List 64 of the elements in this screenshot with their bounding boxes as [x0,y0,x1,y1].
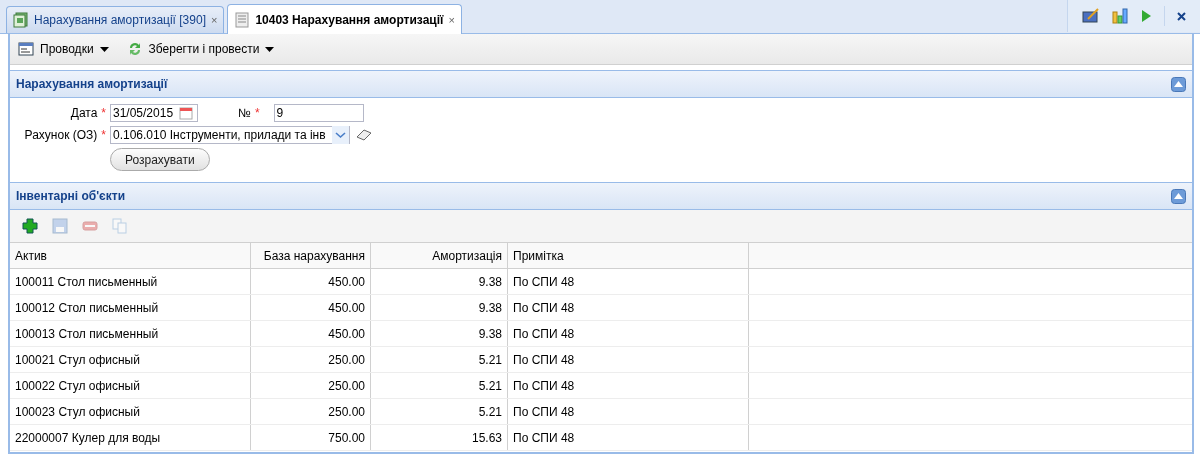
table-cell: 100012 Стол письменный [10,295,251,320]
table-cell: 5.21 [371,399,508,424]
tab-close-button[interactable]: × [448,13,455,26]
table-cell: 5.21 [371,347,508,372]
toolbar-button[interactable]: Зберегти і провести [124,38,277,60]
column-header[interactable]: База нарахування [251,243,371,268]
play-icon[interactable] [1140,9,1152,23]
column-header[interactable]: Актив [10,243,251,268]
tab[interactable]: 10403 Нарахування амортизації × [227,4,462,34]
table-cell: По СПИ 48 [508,373,749,398]
document-icon [234,11,251,28]
calendar-icon[interactable] [179,106,194,120]
table-cell: По СПИ 48 [508,399,749,424]
table-cell: 100013 Стол письменный [10,321,251,346]
column-header[interactable]: Примітка [508,243,749,268]
required-mark: * [254,106,260,120]
table-cell: 750.00 [251,425,371,450]
table-cell: 250.00 [251,347,371,372]
table-cell: 9.38 [371,321,508,346]
account-dropdown[interactable]: 0.106.010 Інструменти, прилади та інв [110,126,350,144]
table-cell: 9.38 [371,295,508,320]
table-cell: 450.00 [251,269,371,294]
calculate-button[interactable]: Розрахувати [110,148,210,171]
collapse-button[interactable] [1171,76,1186,92]
table-cell: По СПИ 48 [508,295,749,320]
toolbar-button[interactable]: Проводки [16,38,111,60]
table-cell: 22000007 Кулер для воды [10,425,251,450]
caret-icon [265,46,275,52]
add-icon[interactable] [22,218,38,234]
table-cell: По СПИ 48 [508,347,749,372]
ledger-icon [13,12,29,28]
table-cell: По СПИ 48 [508,425,749,450]
section-title: Інвентарні об'єкти [16,189,125,203]
number-field[interactable]: 9 [273,104,364,122]
table-cell: 100021 Стул офисный [10,347,251,372]
table-cell: 100023 Стул офисный [10,399,251,424]
field-label: № * [238,106,261,120]
tab[interactable]: Нарахування амортизації [390] × [6,6,225,33]
table-cell: По СПИ 48 [508,269,749,294]
field-label: Рахунок (ОЗ) * [23,128,107,142]
bar-chart-icon[interactable] [1112,8,1128,24]
required-mark: * [101,106,106,120]
table-cell: 250.00 [251,373,371,398]
pencil-screen-icon[interactable] [1082,8,1100,24]
field-label: Дата * [69,106,107,120]
table-cell: 15.63 [371,425,508,450]
table-cell: 5.21 [371,373,508,398]
collapse-button[interactable] [1171,188,1186,204]
section-title: Нарахування амортизації [16,77,168,91]
table-cell: 100022 Стул офисный [10,373,251,398]
table-cell: 250.00 [251,399,371,424]
table-cell: 450.00 [251,321,371,346]
required-mark: * [101,128,106,142]
table-cell: 450.00 [251,295,371,320]
eraser-icon[interactable] [356,129,372,141]
table-cell: 100011 Стол письменный [10,269,251,294]
list-icon [18,42,34,56]
table-cell: По СПИ 48 [508,321,749,346]
tab-close-button[interactable]: × [210,14,218,26]
date-field[interactable]: 31/05/2015 [110,104,198,122]
close-icon[interactable] [1177,11,1186,21]
caret-icon [99,46,109,52]
table-cell: 9.38 [371,269,508,294]
column-header[interactable]: Амортизація [371,243,508,268]
